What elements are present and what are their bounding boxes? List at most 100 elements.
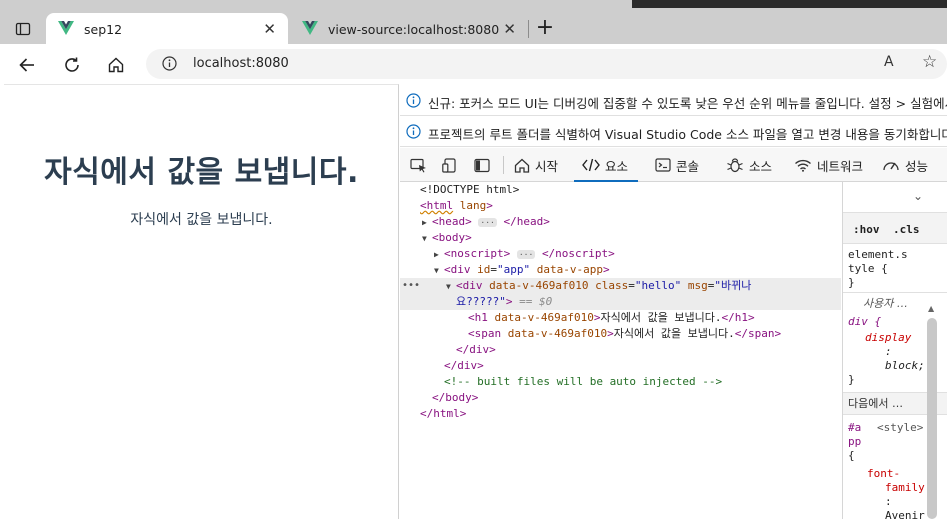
tree-h1[interactable]: <h1 data-v-469af010>자식에서 값을 보냅니다.</h1> bbox=[400, 310, 841, 326]
info-icon bbox=[406, 124, 421, 142]
browser-titlebar: sep12 ✕ view-source:localhost:8080 ✕ + bbox=[0, 0, 947, 45]
url-text: localhost:8080 bbox=[193, 56, 289, 71]
app-selector-part2: pp bbox=[848, 435, 862, 448]
chevron-down-icon[interactable]: ⌄ bbox=[913, 189, 923, 203]
tab-label: 네트워크 bbox=[817, 158, 864, 174]
vue-logo-icon bbox=[302, 21, 318, 38]
close-tab-icon[interactable]: ✕ bbox=[503, 20, 516, 38]
tab-title: view-source:localhost:8080 bbox=[328, 22, 500, 37]
expand-triangle-icon[interactable]: ▶ bbox=[422, 215, 432, 231]
tab-actions-icon[interactable] bbox=[10, 16, 36, 42]
styles-scrollbar[interactable] bbox=[927, 318, 937, 519]
refresh-button[interactable] bbox=[59, 52, 85, 78]
collapsed-ellipsis[interactable]: ··· bbox=[478, 217, 497, 227]
div-selector: div { bbox=[848, 315, 882, 328]
collapsed-ellipsis[interactable]: ··· bbox=[516, 249, 536, 259]
dock-sidebar-icon[interactable] bbox=[472, 156, 492, 174]
scroll-up-arrow-icon[interactable]: ▲ bbox=[928, 304, 934, 313]
devtools-notice-vscode: 프로젝트의 루트 폴더를 식별하여 Visual Studio Code 소스 … bbox=[400, 117, 947, 147]
tree-body-open[interactable]: ▼ <body> bbox=[400, 230, 841, 246]
tab-label: 소스 bbox=[749, 158, 773, 174]
console-icon bbox=[655, 158, 671, 172]
tab-label: 성능 bbox=[905, 158, 929, 174]
element-style-line2: tyle { bbox=[848, 262, 888, 275]
tab-performance[interactable]: 성능 bbox=[882, 148, 928, 182]
wifi-icon bbox=[794, 158, 812, 172]
expand-triangle-icon[interactable]: ▶ bbox=[434, 247, 444, 263]
browser-tab-sep12[interactable]: sep12 ✕ bbox=[46, 13, 288, 45]
gauge-icon bbox=[882, 158, 900, 172]
more-options-icon[interactable]: ••• bbox=[402, 278, 420, 294]
tab-welcome[interactable]: 시작 bbox=[514, 148, 558, 182]
colon: : bbox=[885, 345, 892, 358]
tree-doctype[interactable]: <!DOCTYPE html> bbox=[400, 182, 841, 198]
favorite-star-icon[interactable]: ☆ bbox=[922, 52, 937, 72]
font-family-prop-line1: font- bbox=[867, 467, 901, 480]
display-property: display bbox=[865, 331, 912, 344]
tab-title: sep12 bbox=[84, 22, 123, 37]
tree-noscript[interactable]: ▶ <noscript> ··· </noscript> bbox=[400, 246, 841, 262]
new-tab-button[interactable]: + bbox=[532, 16, 558, 42]
tree-body-close[interactable]: </body> bbox=[400, 390, 841, 406]
class-toggle[interactable]: .cls bbox=[893, 223, 920, 236]
tab-label: 시작 bbox=[535, 158, 559, 174]
devtools-toolbar: 시작 요소 콘솔 소스 네트워크 성능 bbox=[400, 148, 947, 182]
app-selector-part1: #a bbox=[848, 421, 862, 434]
close-tab-icon[interactable]: ✕ bbox=[263, 20, 276, 38]
elements-tree: <!DOCTYPE html> <html lang> ▶ <head> ··· … bbox=[400, 182, 841, 519]
tab-network[interactable]: 네트워크 bbox=[794, 148, 863, 182]
tab-label: 콘솔 bbox=[676, 158, 700, 174]
notice-text: 신규: 포커스 모드 UI는 디버깅에 집중할 수 있도록 낮은 우선 순위 메… bbox=[428, 96, 947, 111]
selected-node-marker: == $0 bbox=[519, 295, 553, 308]
address-bar-row: localhost:8080 A ☆ bbox=[0, 44, 947, 84]
browser-tab-view-source[interactable]: view-source:localhost:8080 ✕ bbox=[290, 13, 528, 45]
tree-html-open[interactable]: <html lang> bbox=[400, 198, 841, 214]
page-viewport: 자식에서 값을 보냅니다. 자식에서 값을 보냅니다. bbox=[4, 84, 399, 519]
tab-label: 요소 bbox=[605, 158, 629, 174]
page-heading: 자식에서 값을 보냅니다. bbox=[44, 155, 359, 190]
tab-sources[interactable]: 소스 bbox=[726, 148, 772, 182]
vue-logo-icon bbox=[58, 21, 74, 38]
tree-app-div[interactable]: ▼ <div id="app" data-v-app> bbox=[400, 262, 841, 278]
tree-hello-div-close[interactable]: </div> bbox=[400, 342, 841, 358]
display-value: block; bbox=[885, 359, 925, 372]
back-button[interactable] bbox=[14, 52, 40, 78]
user-agent-label: 사용자 … bbox=[863, 297, 908, 310]
site-info-icon[interactable] bbox=[162, 56, 177, 75]
tab-console[interactable]: 콘솔 bbox=[655, 148, 699, 182]
code-icon bbox=[582, 158, 600, 172]
font-family-value: Avenir bbox=[885, 509, 925, 519]
home-button[interactable] bbox=[103, 52, 129, 78]
devtools-panel: 신규: 포커스 모드 UI는 디버깅에 집중할 수 있도록 낮은 우선 순위 메… bbox=[400, 84, 947, 519]
element-style-close: } bbox=[848, 276, 855, 289]
collapse-triangle-icon[interactable]: ▼ bbox=[434, 263, 444, 279]
tree-app-div-close[interactable]: </div> bbox=[400, 358, 841, 374]
inspect-element-icon[interactable] bbox=[408, 156, 428, 174]
collapse-triangle-icon[interactable]: ▼ bbox=[446, 279, 456, 295]
tab-separator bbox=[528, 20, 529, 38]
element-style-line1: element.s bbox=[848, 248, 908, 261]
notice-text: 프로젝트의 루트 폴더를 식별하여 Visual Studio Code 소스 … bbox=[428, 127, 947, 142]
home-icon bbox=[514, 158, 530, 173]
url-input[interactable]: localhost:8080 A ☆ bbox=[146, 49, 947, 79]
info-icon bbox=[406, 93, 421, 111]
toolbar-separator bbox=[503, 156, 504, 174]
collapse-triangle-icon[interactable]: ▼ bbox=[422, 231, 432, 247]
background-window-strip bbox=[632, 0, 947, 8]
tab-elements[interactable]: 요소 bbox=[573, 148, 639, 182]
tree-span[interactable]: <span data-v-469af010>자식에서 값을 보냅니다.</spa… bbox=[400, 326, 841, 342]
read-aloud-icon[interactable]: A bbox=[884, 54, 894, 70]
tree-html-close[interactable]: </html> bbox=[400, 406, 841, 422]
hover-state-toggle[interactable]: :hov bbox=[853, 223, 880, 236]
style-source-link[interactable]: <style> bbox=[877, 421, 923, 435]
close-brace: } bbox=[848, 373, 855, 386]
colon: : bbox=[885, 495, 892, 508]
tree-hello-div-selected[interactable]: ••• ▼ <div data-v-469af010 class="hello" … bbox=[400, 278, 841, 310]
open-brace: { bbox=[848, 449, 855, 462]
font-family-prop-line2: family bbox=[885, 481, 925, 494]
tree-comment[interactable]: <!-- built files will be auto injected -… bbox=[400, 374, 841, 390]
page-child-text: 자식에서 값을 보냅니다. bbox=[130, 212, 273, 228]
device-emulation-icon[interactable] bbox=[440, 156, 460, 174]
bug-icon bbox=[726, 157, 744, 173]
tree-head[interactable]: ▶ <head> ··· </head> bbox=[400, 214, 841, 230]
